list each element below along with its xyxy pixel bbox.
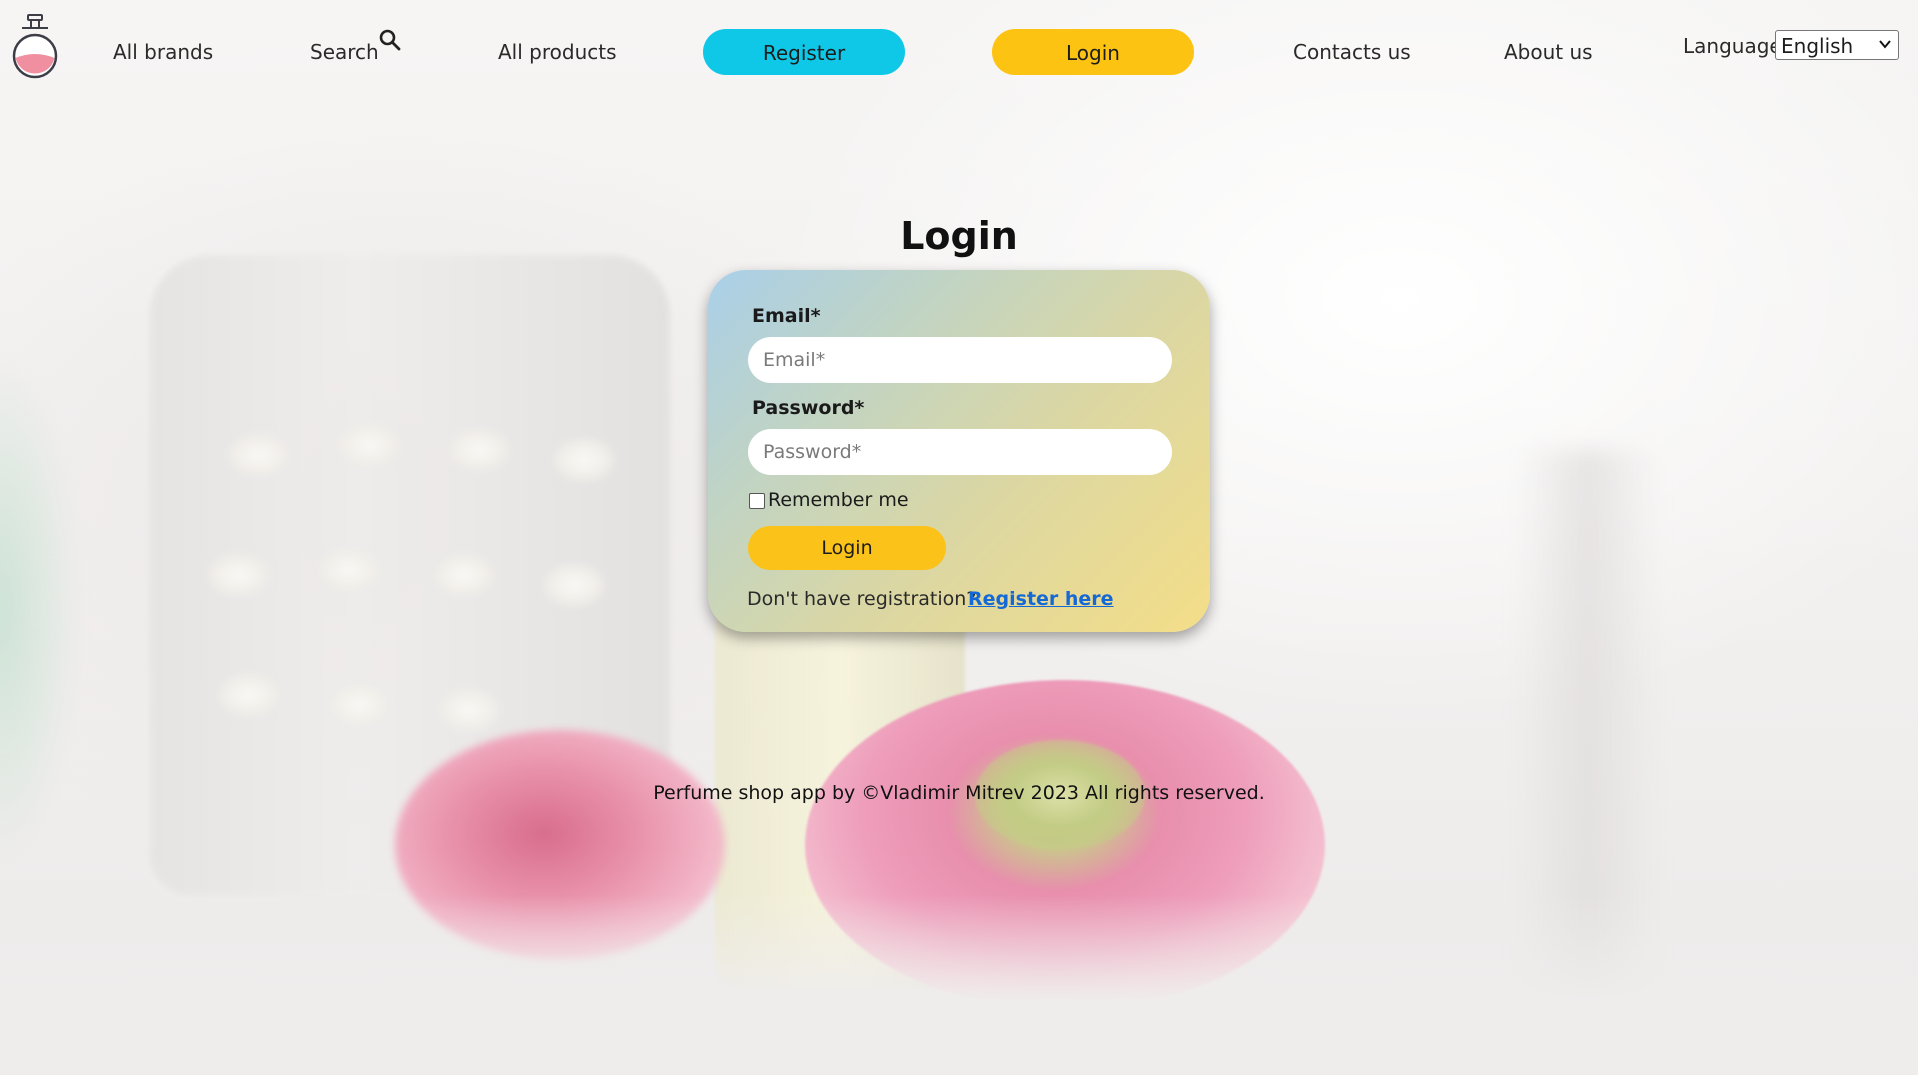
register-here-link[interactable]: Register here xyxy=(968,588,1114,610)
language-label: Language xyxy=(1683,34,1782,58)
remember-me-checkbox[interactable] xyxy=(749,493,765,509)
nav-about[interactable]: About us xyxy=(1504,40,1593,64)
chevron-down-icon xyxy=(1879,40,1891,49)
nav-search[interactable]: Search xyxy=(310,40,379,64)
footer-text: Perfume shop app by ©Vladimir Mitrev 202… xyxy=(653,782,1265,804)
login-submit-button[interactable]: Login xyxy=(748,526,946,570)
nav-all-brands[interactable]: All brands xyxy=(113,40,213,64)
no-registration-text: Don't have registration? xyxy=(747,588,977,610)
nav-contacts[interactable]: Contacts us xyxy=(1293,40,1411,64)
password-field[interactable] xyxy=(748,429,1172,475)
login-form-card: Email* Password* Remember me Login Don't… xyxy=(708,270,1210,632)
top-navigation: All brands Search All products Register … xyxy=(0,0,1918,105)
remember-me-label[interactable]: Remember me xyxy=(768,489,909,511)
email-field[interactable] xyxy=(748,337,1172,383)
language-selected-value: English xyxy=(1781,34,1854,58)
login-nav-button[interactable]: Login xyxy=(992,29,1194,75)
password-label: Password* xyxy=(752,397,865,419)
nav-all-products[interactable]: All products xyxy=(498,40,617,64)
register-button[interactable]: Register xyxy=(703,29,905,75)
email-label: Email* xyxy=(752,305,821,327)
page-title: Login xyxy=(900,214,1018,258)
search-icon[interactable] xyxy=(378,28,402,52)
perfume-bottle-icon[interactable] xyxy=(12,14,58,80)
language-select[interactable]: English xyxy=(1775,30,1899,60)
